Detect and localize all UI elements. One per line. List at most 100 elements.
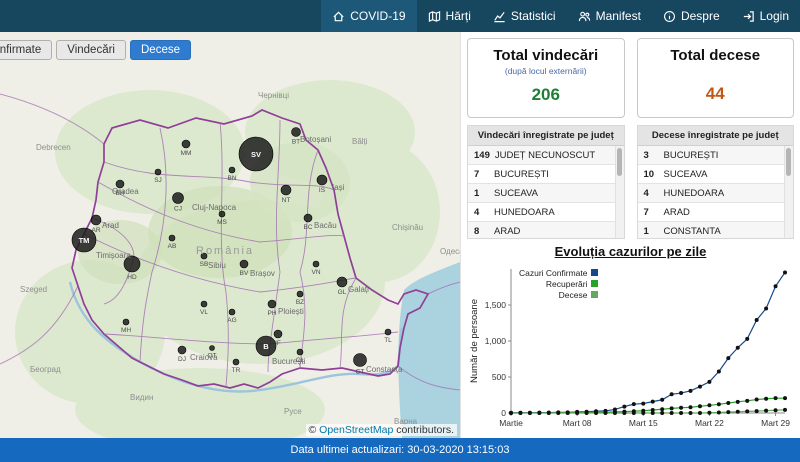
county-bubble-AR[interactable] (90, 214, 102, 226)
svg-text:DJ: DJ (178, 356, 186, 363)
county-bubble-PH[interactable] (267, 299, 277, 309)
openstreetmap-link[interactable]: OpenStreetMap (319, 424, 393, 436)
scrollbar-thumb[interactable] (616, 148, 622, 176)
row-county: SUCEAVA (494, 187, 538, 199)
county-lists-row: Vindecări înregistrate pe județ 149 JUDEȚ… (467, 125, 794, 239)
romania-map[interactable]: Confirmate Vindecări Decese (0, 32, 460, 438)
tab-decese[interactable]: Decese (130, 40, 191, 60)
svg-text:Iași: Iași (332, 183, 345, 192)
list-header: Decese înregistrate pe județ (637, 126, 793, 146)
svg-text:TL: TL (384, 337, 392, 344)
nav-item-covid19[interactable]: COVID-19 (321, 0, 417, 32)
county-bubble-CJ[interactable] (172, 192, 184, 204)
county-bubble-MH[interactable] (122, 318, 130, 326)
nav-item-login[interactable]: Login (731, 0, 800, 32)
svg-text:Craiova: Craiova (190, 353, 218, 362)
svg-text:BN: BN (227, 175, 236, 182)
card-title: Total decese (670, 47, 761, 64)
chart-legend: Cazuri Confirmate Recuperări Decese (519, 267, 598, 300)
county-bubble-MM[interactable] (181, 139, 191, 149)
svg-text:Видин: Видин (130, 393, 153, 402)
list-scrollbar[interactable] (784, 146, 793, 238)
county-bubble-TL[interactable] (384, 328, 392, 336)
nav-item-despre[interactable]: Despre (652, 0, 731, 32)
attribution-prefix: © (308, 424, 320, 436)
svg-text:Sibiu: Sibiu (208, 261, 226, 270)
county-bubble-DJ[interactable] (177, 345, 187, 355)
svg-text:B: B (263, 342, 269, 351)
list-body[interactable]: 149 JUDEȚ NECUNOSCUT 7 BUCUREȘTI 1 SUCEAVA … (468, 146, 624, 238)
svg-text:Mart 22: Mart 22 (695, 418, 724, 428)
svg-text:BZ: BZ (296, 299, 304, 306)
svg-text:BV: BV (240, 270, 249, 277)
legend-swatch-confirmate (590, 269, 598, 276)
svg-text:MM: MM (181, 150, 192, 157)
evolution-chart: 0 500 1,000 1,500 Martie Mart 08 Mart 15 Mart 2… (469, 269, 790, 428)
county-bubble-TR[interactable] (232, 358, 240, 366)
county-bubble-BN[interactable] (228, 166, 236, 174)
county-bubble-BZ[interactable] (296, 290, 304, 298)
manifest-icon (578, 11, 590, 21)
county-bubble-VN[interactable] (312, 260, 320, 268)
card-title: Total vindecări (493, 47, 599, 64)
county-bubble-NT[interactable] (280, 184, 292, 196)
county-bubble-OT[interactable] (209, 345, 215, 351)
svg-text:SV: SV (251, 150, 261, 159)
total-vindecari-value: 206 (531, 85, 560, 104)
county-bubble-CT[interactable] (353, 353, 367, 367)
county-bubble-AB[interactable] (168, 234, 176, 242)
svg-text:Русе: Русе (284, 407, 302, 416)
svg-text:Arad: Arad (102, 221, 119, 230)
tab-vindecari[interactable]: Vindecări (56, 40, 126, 60)
nav-item-harti[interactable]: Hărți (417, 0, 482, 32)
total-decese-value: 44 (705, 84, 725, 103)
row-count: 3 (643, 149, 649, 161)
nav-item-label: Despre (680, 9, 720, 23)
svg-text:Mart 29: Mart 29 (761, 418, 790, 428)
county-bubble-VL[interactable] (200, 300, 208, 308)
info-icon (663, 10, 675, 22)
legend-label: Decese (558, 289, 588, 300)
row-county: JUDEȚ NECUNOSCUT (494, 149, 596, 161)
top-nav: COVID-19 Hărți Statistici Manifest Despr… (0, 0, 800, 32)
svg-text:IF: IF (275, 340, 281, 347)
vindecari-list: Vindecări înregistrate pe județ 149 JUDEȚ… (467, 125, 625, 239)
svg-text:HD: HD (127, 274, 137, 281)
legend-label: Recuperări (545, 278, 588, 289)
list-item: 3 BUCUREȘTI (637, 146, 785, 165)
county-bubble-IS[interactable] (316, 174, 328, 186)
list-header: Vindecări înregistrate pe județ (468, 126, 624, 146)
tab-confirmate[interactable]: Confirmate (0, 40, 53, 60)
map-attribution: © OpenStreetMap contributors. (305, 424, 457, 436)
county-bubble-GL[interactable] (336, 276, 348, 288)
row-count: 8 (474, 225, 480, 237)
svg-text:Szeged: Szeged (20, 285, 47, 294)
svg-text:Martie: Martie (499, 418, 523, 428)
county-bubble-BV[interactable] (239, 259, 249, 269)
list-body[interactable]: 3 BUCUREȘTI 10 SUCEAVA 4 HUNEDOARA 7 ARAD 1 C… (637, 146, 793, 238)
nav-item-label: Statistici (510, 9, 556, 23)
list-item: 149 JUDEȚ NECUNOSCUT (468, 146, 616, 165)
county-bubble-BC[interactable] (303, 213, 313, 223)
row-count: 149 (474, 149, 490, 161)
chart-wrap: Cazuri Confirmate Recuperări Decese 0 500… (467, 261, 794, 448)
county-bubble-AG[interactable] (228, 308, 236, 316)
scrollbar-thumb[interactable] (786, 148, 791, 176)
county-bubble-IF[interactable] (273, 329, 283, 339)
map-canvas[interactable]: MM SVBTISNTBCBNSJBHCJMSARTMHDABSBBV VNGLBZ… (0, 32, 460, 438)
row-count: 4 (474, 206, 480, 218)
svg-text:Număr de persoane: Număr de persoane (469, 299, 480, 383)
evolution-chart-section: Evoluția cazurilor pe zile Cazuri Confir… (467, 244, 794, 448)
row-county: CONSTANTA (663, 225, 721, 237)
county-bubble-SJ[interactable] (154, 168, 162, 176)
list-scrollbar[interactable] (614, 146, 624, 238)
nav-item-manifest[interactable]: Manifest (567, 0, 652, 32)
county-bubble-CL[interactable] (296, 348, 304, 356)
svg-text:Београд: Београд (30, 365, 61, 374)
svg-text:România: România (196, 245, 254, 257)
map-icon (428, 10, 440, 22)
total-decese-card: Total decese 44 (636, 38, 794, 118)
card-subtitle: (după locul externării) (504, 66, 587, 76)
svg-text:Botoșani: Botoșani (300, 135, 331, 144)
nav-item-statistici[interactable]: Statistici (482, 0, 567, 32)
